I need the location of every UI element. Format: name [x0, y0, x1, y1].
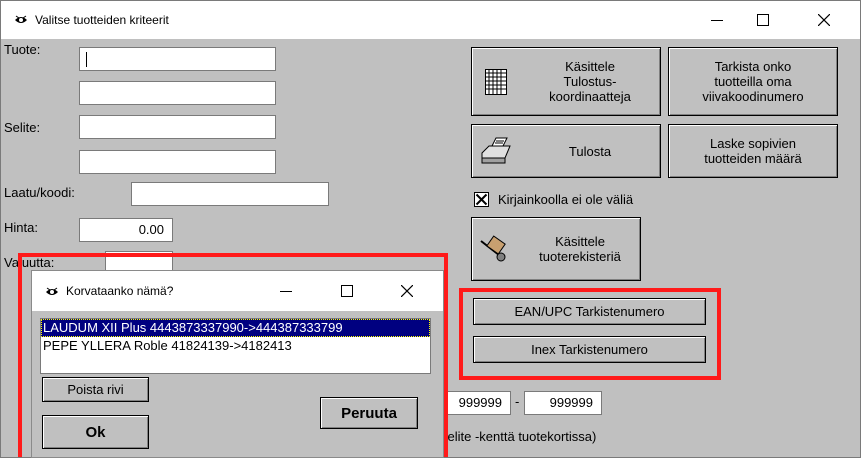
kasittele-line1: Käsittele: [565, 59, 615, 74]
maximize-icon: [341, 285, 353, 297]
main-title-bar[interactable]: Valitse tuotteiden kriteerit: [1, 1, 860, 39]
laske-line2: tuotteiden määrä: [704, 151, 802, 166]
label-laatu-koodi: Laatu/koodi:: [4, 185, 75, 200]
label-hinta: Hinta:: [4, 220, 38, 235]
tuoterekisteri-line2: tuoterekisteriä: [539, 249, 621, 264]
grid-icon: [472, 68, 520, 95]
tuote-input-2[interactable]: [79, 81, 276, 105]
list-item[interactable]: PEPE YLLERA Roble 41824139->4182413: [41, 337, 430, 355]
dialog-minimize-button[interactable]: [263, 271, 309, 311]
label-selite: Selite:: [4, 120, 41, 135]
laatu-koodi-input[interactable]: [131, 182, 329, 206]
peruuta-label: Peruuta: [341, 404, 397, 422]
tuote-input-1[interactable]: [79, 47, 276, 71]
range-dash: -: [515, 394, 520, 409]
text-caret: [86, 52, 87, 67]
range-from-input[interactable]: 999999: [441, 391, 511, 415]
main-window-title: Valitse tuotteiden kriteerit: [35, 13, 169, 27]
close-icon: [401, 285, 413, 297]
dialog-maximize-button[interactable]: [324, 271, 370, 311]
tarkista-line3: viivakoodinumero: [702, 89, 804, 104]
checkmark-x-icon: [475, 193, 488, 206]
kasittele-line3: koordinaatteja: [549, 89, 631, 104]
korvataanko-dialog: Korvataanko nämä? LAUDUM XII Plus 444387…: [31, 270, 444, 458]
selite-note-text: selite -kenttä tuotekortissa): [441, 429, 597, 444]
maximize-icon: [757, 14, 769, 26]
replacement-listbox[interactable]: LAUDUM XII Plus 4443873337990->444387333…: [40, 318, 431, 374]
case-insensitive-label: Kirjainkoolla ei ole väliä: [498, 192, 634, 207]
label-tuote: Tuote:: [4, 42, 41, 57]
laske-line1: Laske sopivien: [709, 136, 796, 151]
app-eye-icon: [14, 15, 28, 25]
minimize-icon: [711, 20, 723, 21]
hand-truck-icon: [472, 235, 520, 263]
poista-rivi-button[interactable]: Poista rivi: [42, 377, 149, 402]
hinta-input[interactable]: 0.00: [79, 218, 173, 242]
selite-input-2[interactable]: [79, 150, 276, 174]
minimize-icon: [280, 291, 292, 292]
ok-label: Ok: [85, 423, 106, 441]
selite-input-1[interactable]: [79, 115, 276, 139]
range-to-input[interactable]: 999999: [524, 391, 602, 415]
dialog-title: Korvataanko nämä?: [66, 284, 174, 298]
close-icon: [818, 14, 830, 26]
poista-rivi-label: Poista rivi: [67, 382, 124, 397]
dialog-close-button[interactable]: [384, 271, 430, 311]
case-insensitive-checkbox[interactable]: [474, 192, 489, 207]
kasittele-tuoterekisteria-button[interactable]: Käsittele tuoterekisteriä: [471, 217, 641, 281]
peruuta-button[interactable]: Peruuta: [320, 397, 418, 429]
laske-tuotteiden-maara-button[interactable]: Laske sopivien tuotteiden määrä: [668, 124, 838, 178]
kasittele-line2: Tulostus-: [563, 74, 617, 89]
minimize-button[interactable]: [694, 1, 740, 39]
tuoterekisteri-line1: Käsittele: [555, 234, 605, 249]
close-button[interactable]: [801, 1, 847, 39]
printer-icon: [472, 136, 520, 166]
list-item[interactable]: LAUDUM XII Plus 4443873337990->444387333…: [41, 319, 430, 337]
dialog-title-bar[interactable]: Korvataanko nämä?: [32, 271, 443, 311]
kasittele-tulostuskoordinaatteja-button[interactable]: Käsittele Tulostus- koordinaatteja: [471, 47, 661, 116]
highlight-box-right: [459, 288, 721, 380]
tulosta-label: Tulosta: [568, 143, 612, 159]
tulosta-button[interactable]: Tulosta: [471, 124, 661, 178]
tarkista-viivakoodinumero-button[interactable]: Tarkista onko tuotteilla oma viivakoodin…: [668, 47, 838, 116]
dialog-content: LAUDUM XII Plus 4443873337990->444387333…: [32, 311, 443, 457]
tarkista-line2: tuotteilla oma: [714, 74, 792, 89]
dialog-eye-icon: [45, 287, 59, 297]
tarkista-line1: Tarkista onko: [714, 59, 792, 74]
ok-button[interactable]: Ok: [42, 415, 149, 449]
maximize-button[interactable]: [740, 1, 786, 39]
